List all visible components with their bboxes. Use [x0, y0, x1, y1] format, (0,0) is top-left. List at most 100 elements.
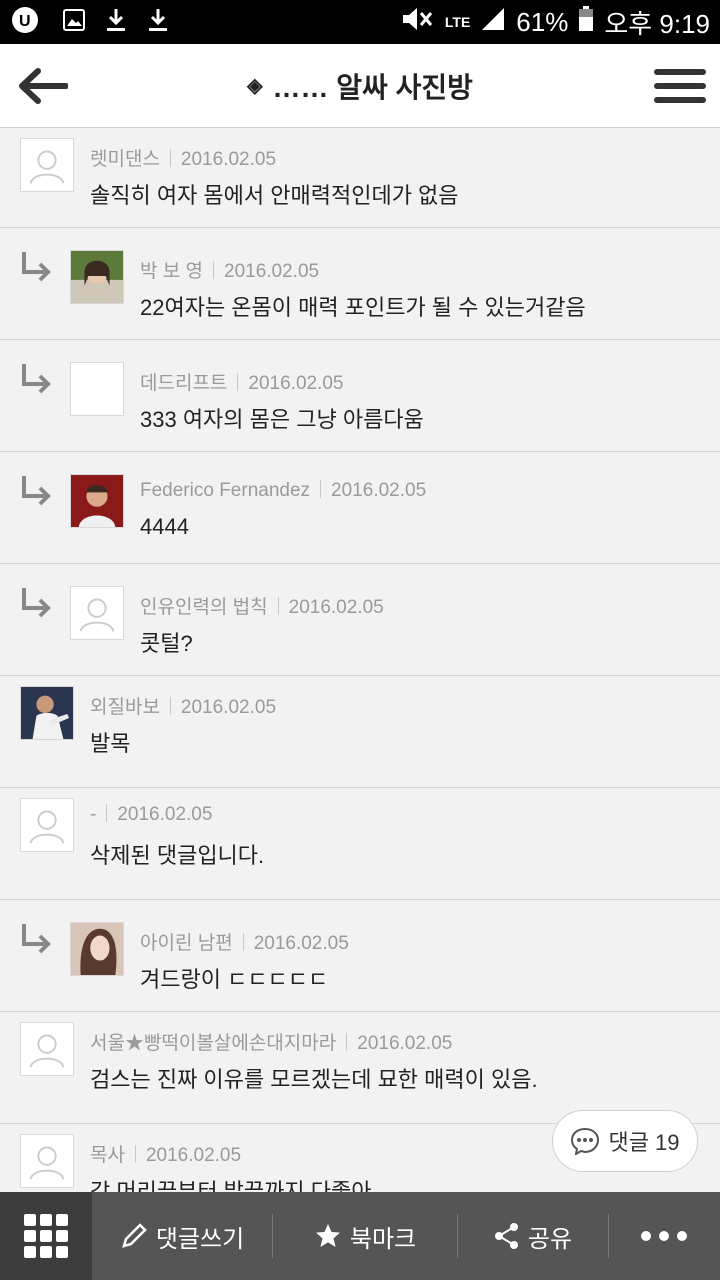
user-photo-icon	[71, 923, 123, 975]
comment-text: 검스는 진짜 이유를 모르겠는데 묘한 매력이 있음.	[90, 1067, 538, 1092]
avatar[interactable]	[70, 586, 124, 640]
back-button[interactable]	[14, 62, 70, 110]
avatar[interactable]	[70, 922, 124, 976]
clock: 오후 9:19	[604, 8, 710, 39]
star-icon	[315, 1224, 340, 1247]
comment-author[interactable]: 박 보 영	[140, 261, 203, 282]
comment-date: 2016.02.05	[288, 597, 384, 618]
default-avatar-icon	[29, 150, 65, 184]
comment-reply-item[interactable]: Federico Fernandez 2016.02.05 4444	[0, 452, 720, 564]
reply-arrow-icon	[22, 476, 51, 506]
comment-text: 333 여자의 몸은 그냥 아름다움	[140, 407, 424, 432]
comment-reply-item[interactable]: 인유인력의 법칙 2016.02.05 콧털?	[0, 564, 720, 676]
battery-percent: 61%	[516, 6, 569, 37]
avatar[interactable]	[70, 474, 124, 528]
hamburger-line	[654, 69, 706, 75]
comment-author[interactable]: -	[90, 804, 96, 825]
more-button[interactable]	[609, 1192, 719, 1280]
comment-text: 삭제된 댓글입니다.	[90, 843, 265, 868]
default-avatar-icon	[29, 810, 65, 844]
default-avatar-icon	[29, 1146, 65, 1180]
u-plus-icon: U	[10, 5, 44, 39]
avatar[interactable]	[70, 250, 124, 304]
comment-item[interactable]: -2016.02.05 삭제된 댓글입니다.	[0, 788, 720, 900]
share-button[interactable]: 공유	[458, 1192, 608, 1280]
avatar[interactable]	[70, 362, 124, 416]
bottom-toolbar: 댓글쓰기 북마크 공유	[0, 1192, 720, 1280]
pencil-icon	[122, 1223, 147, 1248]
comment-date: 2016.02.05	[145, 1145, 242, 1166]
gallery-icon	[62, 8, 86, 36]
page-title-text: …… 알싸 사진방	[272, 71, 473, 103]
avatar[interactable]	[20, 686, 74, 740]
comment-author[interactable]: 외질바보	[90, 697, 160, 718]
apps-grid-button[interactable]	[0, 1192, 92, 1280]
comment-text: 각 머리끝부터 발끝까지 다좋아	[90, 1179, 372, 1192]
write-comment-label: 댓글쓰기	[155, 1225, 245, 1253]
default-avatar-icon	[29, 1034, 65, 1068]
svg-text:U: U	[19, 13, 31, 30]
status-bar: U LTE 61% 오후 9:19	[0, 0, 720, 44]
write-comment-button[interactable]: 댓글쓰기	[92, 1192, 272, 1280]
reply-arrow-icon	[22, 924, 51, 954]
arrow-left-icon	[19, 68, 68, 104]
comment-reply-item[interactable]: 데드리프트 2016.02.05 333 여자의 몸은 그냥 아름다움	[0, 340, 720, 452]
comment-text: 4444	[140, 514, 189, 539]
download-icon	[146, 7, 170, 37]
share-label: 공유	[527, 1225, 573, 1253]
download-icon	[104, 7, 128, 37]
signal-icon	[480, 6, 506, 39]
comment-date: 2016.02.05	[117, 804, 213, 825]
avatar[interactable]	[20, 1134, 74, 1188]
comment-date: 2016.02.05	[224, 261, 320, 282]
comment-list[interactable]: 렛미댄스 2016.02.05 솔직히 여자 몸에서 안매력적인데가 없음 박 보…	[0, 128, 720, 1192]
comment-author[interactable]: 인유인력의 법칙	[140, 597, 268, 618]
comment-author[interactable]: 서울★빵떡이볼살에손대지마라	[90, 1033, 336, 1054]
grid-icon	[24, 1214, 68, 1258]
comment-date: 2016.02.05	[248, 373, 344, 394]
comment-author[interactable]: 아이린 남편	[140, 933, 233, 954]
comment-date: 2016.02.05	[180, 697, 277, 718]
page-title: ◈ …… 알싸 사진방	[247, 66, 473, 106]
comment-reply-item[interactable]: 아이린 남편 2016.02.05 겨드랑이 ㄷㄷㄷㄷㄷ	[0, 900, 720, 1012]
comment-text: 겨드랑이 ㄷㄷㄷㄷㄷ	[140, 967, 329, 992]
reply-arrow-icon	[22, 252, 51, 282]
comment-date: 2016.02.05	[180, 149, 277, 170]
battery-icon	[578, 5, 594, 39]
comment-author[interactable]: 목사	[90, 1145, 125, 1166]
chat-bubble-icon	[571, 1127, 600, 1155]
comment-item[interactable]: 서울★빵떡이볼살에손대지마라 2016.02.05 검스는 진짜 이유를 모르겠는…	[0, 1012, 720, 1124]
avatar[interactable]	[20, 1022, 74, 1076]
avatar[interactable]	[20, 798, 74, 852]
comment-text: 솔직히 여자 몸에서 안매력적인데가 없음	[90, 183, 459, 208]
menu-button[interactable]	[654, 62, 706, 110]
app-header: ◈ …… 알싸 사진방	[0, 44, 720, 128]
bookmark-label: 북마크	[349, 1225, 417, 1253]
avatar[interactable]	[20, 138, 74, 192]
hamburger-line	[654, 83, 706, 89]
comment-author[interactable]: Federico Fernandez	[140, 480, 310, 501]
comment-text: 콧털?	[140, 631, 193, 656]
comment-author[interactable]: 렛미댄스	[90, 149, 160, 170]
diamond-icon: ◈	[247, 75, 263, 97]
network-type: LTE	[444, 14, 471, 30]
user-photo-icon	[71, 475, 123, 527]
comment-reply-item[interactable]: 박 보 영 2016.02.05 22여자는 온몸이 매력 포인트가 될 수 있는…	[0, 228, 720, 340]
more-dots-icon	[641, 1231, 687, 1241]
comment-date: 2016.02.05	[357, 1033, 453, 1054]
reply-arrow-icon	[22, 364, 51, 394]
comment-count-button[interactable]: 댓글 19	[552, 1110, 698, 1172]
user-photo-icon	[71, 251, 123, 303]
user-photo-icon	[21, 687, 73, 739]
comment-text: 발목	[90, 731, 131, 756]
comment-item[interactable]: 렛미댄스 2016.02.05 솔직히 여자 몸에서 안매력적인데가 없음	[0, 128, 720, 228]
bookmark-button[interactable]: 북마크	[273, 1192, 457, 1280]
comment-date: 2016.02.05	[331, 480, 427, 501]
reply-arrow-icon	[22, 588, 51, 618]
comment-item[interactable]: 외질바보 2016.02.05 발목	[0, 676, 720, 788]
comment-count-label: 댓글 19	[608, 1130, 680, 1155]
mute-icon	[399, 5, 435, 40]
comment-date: 2016.02.05	[253, 933, 349, 954]
comment-author[interactable]: 데드리프트	[140, 373, 227, 394]
share-icon	[494, 1223, 518, 1249]
